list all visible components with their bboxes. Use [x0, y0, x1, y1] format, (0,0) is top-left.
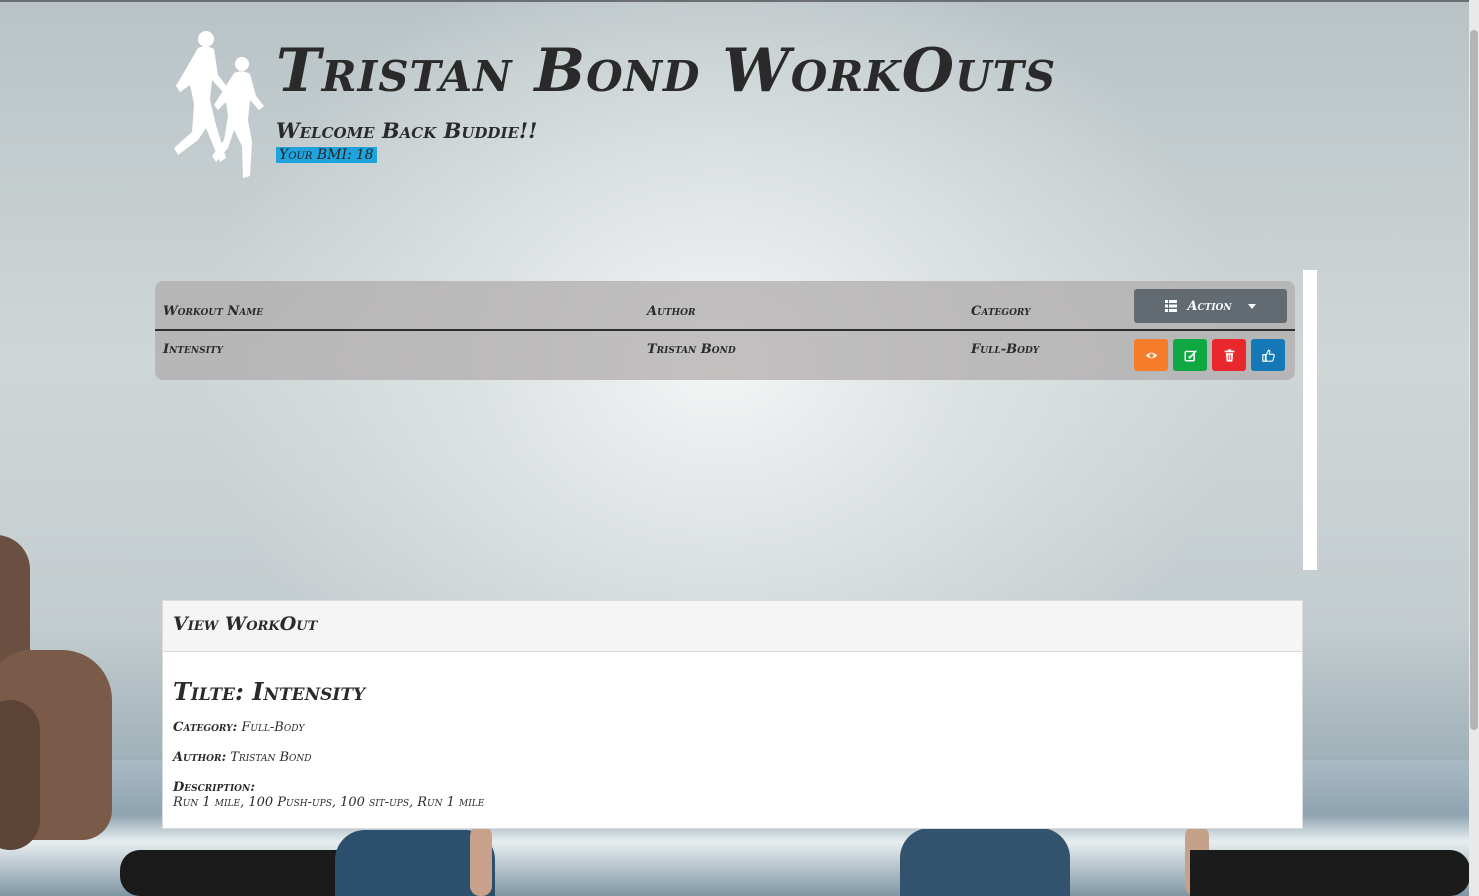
- view-workout-button[interactable]: [1134, 339, 1168, 371]
- background-person-leg: [120, 850, 340, 896]
- edit-icon: [1183, 349, 1197, 362]
- cell-workout-name: Intensity: [163, 342, 223, 357]
- action-dropdown-button[interactable]: Action: [1134, 289, 1287, 323]
- category-label: Category:: [173, 720, 238, 735]
- scrollbar-thumb[interactable]: [1470, 30, 1478, 730]
- cell-category: Full-Body: [971, 342, 1040, 357]
- author-value: Tristan Bond: [230, 750, 312, 765]
- description-value: Run 1 mile, 100 Push-ups, 100 sit-ups, R…: [173, 795, 485, 810]
- trash-icon: [1224, 348, 1234, 362]
- welcome-message: Welcome Back Buddie!!: [276, 118, 538, 143]
- edit-workout-button[interactable]: [1173, 339, 1207, 371]
- window-top-border: [0, 0, 1479, 2]
- description-label: Description:: [173, 780, 256, 795]
- author-field: Author: Tristan Bond: [173, 750, 311, 765]
- description-field: Description: Run 1 mile, 100 Push-ups, 1…: [173, 780, 484, 810]
- delete-workout-button[interactable]: [1212, 339, 1246, 371]
- table-header-divider: [155, 329, 1295, 331]
- thumbs-up-icon: [1261, 349, 1275, 362]
- column-header-category: Category: [971, 304, 1031, 319]
- list-grid-icon: [1165, 300, 1178, 312]
- title-value: Intensity: [252, 677, 366, 706]
- background-rock: [0, 700, 40, 850]
- eye-icon: [1145, 352, 1157, 358]
- action-label: Action: [1187, 298, 1232, 314]
- runners-logo-icon: [174, 31, 264, 178]
- workout-title: Tilte: Intensity: [173, 677, 365, 706]
- like-workout-button[interactable]: [1251, 339, 1285, 371]
- title-label: Tilte:: [173, 677, 244, 706]
- column-header-workout-name: Workout Name: [163, 304, 264, 319]
- bmi-badge: Your BMI: 18: [276, 147, 377, 163]
- chevron-down-icon: [1247, 303, 1256, 309]
- table-side-panel: [1303, 270, 1317, 570]
- view-workout-panel: View WorkOut Tilte: Intensity Category: F…: [162, 600, 1303, 829]
- app-title: Tristan Bond WorkOuts: [276, 36, 1057, 106]
- panel-header: View WorkOut: [163, 601, 1302, 652]
- category-field: Category: Full-Body: [173, 720, 304, 735]
- cell-author: Tristan Bond: [647, 342, 736, 357]
- author-label: Author:: [173, 750, 227, 765]
- panel-title: View WorkOut: [173, 613, 318, 635]
- background-person-arm: [470, 826, 492, 896]
- bmi-value: 18: [355, 147, 374, 163]
- column-header-author: Author: [647, 304, 696, 319]
- category-value: Full-Body: [241, 720, 305, 735]
- background-person-leg: [1190, 850, 1470, 896]
- bmi-label: Your BMI:: [279, 147, 352, 163]
- background-person: [900, 828, 1070, 896]
